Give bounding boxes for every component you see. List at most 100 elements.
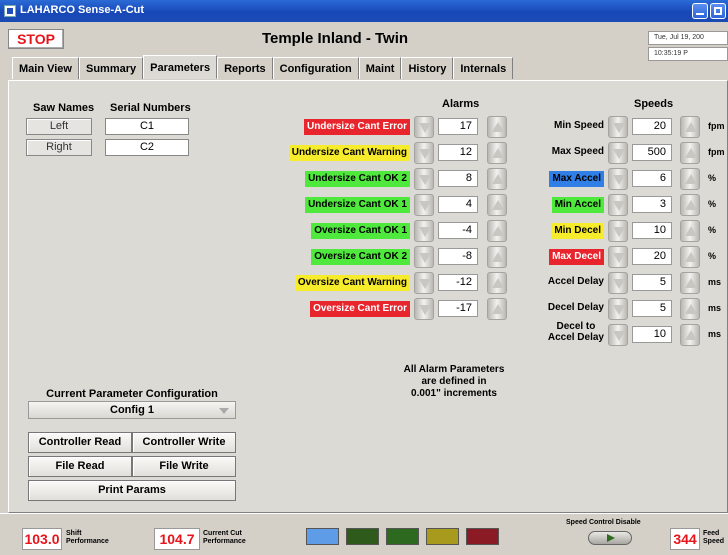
file-write-button[interactable]: File Write <box>132 456 236 477</box>
speed-unit: fpm <box>708 121 725 131</box>
speed-decrement-button[interactable] <box>608 246 628 268</box>
status-lamp <box>346 528 379 545</box>
speed-decrement-button[interactable] <box>608 116 628 138</box>
speed-value-max-accel[interactable]: 6 <box>632 170 672 187</box>
alarm-increment-button[interactable] <box>487 142 507 164</box>
speed-value-accel-delay[interactable]: 5 <box>632 274 672 291</box>
config-select[interactable]: Config 1 <box>28 401 236 419</box>
shift-performance-label: Shift Performance <box>66 530 109 546</box>
feed-speed-label: Feed Speed <box>703 530 724 546</box>
cut-label-line: Current Cut <box>203 530 242 537</box>
alarm-decrement-button[interactable] <box>414 220 434 242</box>
alarm-label-undersize-cant-ok-1: Undersize Cant OK 1 <box>305 197 410 213</box>
alarm-value-undersize-cant-warning[interactable]: 12 <box>438 144 478 161</box>
speed-value-min-decel[interactable]: 10 <box>632 222 672 239</box>
tab-internals[interactable]: Internals <box>453 57 514 79</box>
speed-decrement-button[interactable] <box>608 220 628 242</box>
alarm-increment-button[interactable] <box>487 220 507 242</box>
speed-increment-button[interactable] <box>680 298 700 320</box>
alarm-note: All Alarm Parameters are defined in 0.00… <box>392 364 516 400</box>
alarm-increment-button[interactable] <box>487 272 507 294</box>
alarm-value-undersize-cant-ok-1[interactable]: 4 <box>438 196 478 213</box>
tab-parameters[interactable]: Parameters <box>143 55 218 79</box>
speed-label-max-decel: Max Decel <box>549 249 604 265</box>
speed-decrement-button[interactable] <box>608 298 628 320</box>
chevron-down-icon <box>219 408 229 414</box>
stop-button[interactable]: STOP <box>8 29 64 49</box>
speed-value-decel-to-accel-delay[interactable]: 10 <box>632 326 672 343</box>
alarm-decrement-button[interactable] <box>414 298 434 320</box>
tab-history[interactable]: History <box>401 57 454 79</box>
speed-increment-button[interactable] <box>680 246 700 268</box>
speed-value-min-accel[interactable]: 3 <box>632 196 672 213</box>
alarm-decrement-button[interactable] <box>414 272 434 294</box>
controller-read-button[interactable]: Controller Read <box>28 432 132 453</box>
controller-write-button[interactable]: Controller Write <box>132 432 236 453</box>
alarm-value-oversize-cant-error[interactable]: -17 <box>438 300 478 317</box>
alarm-value-oversize-cant-ok-2[interactable]: -8 <box>438 248 478 265</box>
alarm-value-oversize-cant-ok-1[interactable]: -4 <box>438 222 478 239</box>
alarm-label-oversize-cant-ok-2: Oversize Cant OK 2 <box>311 249 410 265</box>
feed-speed-value: 344 <box>670 528 700 550</box>
speed-decrement-button[interactable] <box>608 168 628 190</box>
speed-label-min-decel: Min Decel <box>551 223 604 239</box>
alarm-increment-button[interactable] <box>487 116 507 138</box>
speed-decrement-button[interactable] <box>608 142 628 164</box>
speed-increment-button[interactable] <box>680 324 700 346</box>
speed-unit: % <box>708 225 717 235</box>
title-bar: LAHARCO Sense-A-Cut <box>0 0 728 22</box>
print-params-button[interactable]: Print Params <box>28 480 236 501</box>
speed-increment-button[interactable] <box>680 168 700 190</box>
speed-decrement-button[interactable] <box>608 194 628 216</box>
tab-main-view[interactable]: Main View <box>12 57 79 79</box>
serial-field-right[interactable]: C2 <box>105 139 189 156</box>
alarms-header: Alarms <box>442 98 480 110</box>
alarm-decrement-button[interactable] <box>414 246 434 268</box>
speed-increment-button[interactable] <box>680 194 700 216</box>
speed-unit: % <box>708 251 717 261</box>
speed-increment-button[interactable] <box>680 220 700 242</box>
tab-maint[interactable]: Maint <box>358 57 402 79</box>
speed-value-max-decel[interactable]: 20 <box>632 248 672 265</box>
speed-increment-button[interactable] <box>680 116 700 138</box>
speed-value-max-speed[interactable]: 500 <box>632 144 672 161</box>
speed-increment-button[interactable] <box>680 142 700 164</box>
time-display: 10:35:19 P <box>648 47 728 61</box>
speed-decrement-button[interactable] <box>608 324 628 346</box>
alarm-decrement-button[interactable] <box>414 116 434 138</box>
speed-label-decel-to-accel-delay: Decel to Accel Delay <box>548 321 604 343</box>
speed-label-max-speed: Max Speed <box>551 146 604 157</box>
speed-unit: fpm <box>708 147 725 157</box>
alarm-decrement-button[interactable] <box>414 194 434 216</box>
speed-decrement-button[interactable] <box>608 272 628 294</box>
alarm-decrement-button[interactable] <box>414 168 434 190</box>
saw-names-header: Saw Names <box>33 102 95 114</box>
alarm-value-oversize-cant-warning[interactable]: -12 <box>438 274 478 291</box>
file-read-button[interactable]: File Read <box>28 456 132 477</box>
speed-value-min-speed[interactable]: 20 <box>632 118 672 135</box>
alarm-increment-button[interactable] <box>487 194 507 216</box>
alarm-increment-button[interactable] <box>487 168 507 190</box>
speed-unit: ms <box>708 303 722 313</box>
alarm-value-undersize-cant-error[interactable]: 17 <box>438 118 478 135</box>
speed-unit: ms <box>708 329 722 339</box>
speed-unit: % <box>708 173 717 183</box>
serial-field-left[interactable]: C1 <box>105 118 189 135</box>
speed-control-disable-toggle[interactable] <box>588 531 632 545</box>
tab-configuration[interactable]: Configuration <box>272 57 359 79</box>
alarm-note-line: All Alarm Parameters <box>403 364 505 375</box>
minimize-button[interactable] <box>692 3 708 19</box>
alarm-note-line: 0.001" increments <box>411 388 497 399</box>
alarm-increment-button[interactable] <box>487 298 507 320</box>
speed-value-decel-delay[interactable]: 5 <box>632 300 672 317</box>
tab-summary[interactable]: Summary <box>78 57 144 79</box>
maximize-button[interactable] <box>710 3 726 19</box>
saw-name-right: Right <box>26 139 92 156</box>
current-cut-performance-label: Current Cut Performance <box>203 530 246 546</box>
alarm-value-undersize-cant-ok-2[interactable]: 8 <box>438 170 478 187</box>
tab-reports[interactable]: Reports <box>217 57 273 79</box>
minimize-icon <box>696 13 704 15</box>
alarm-decrement-button[interactable] <box>414 142 434 164</box>
speed-increment-button[interactable] <box>680 272 700 294</box>
alarm-increment-button[interactable] <box>487 246 507 268</box>
